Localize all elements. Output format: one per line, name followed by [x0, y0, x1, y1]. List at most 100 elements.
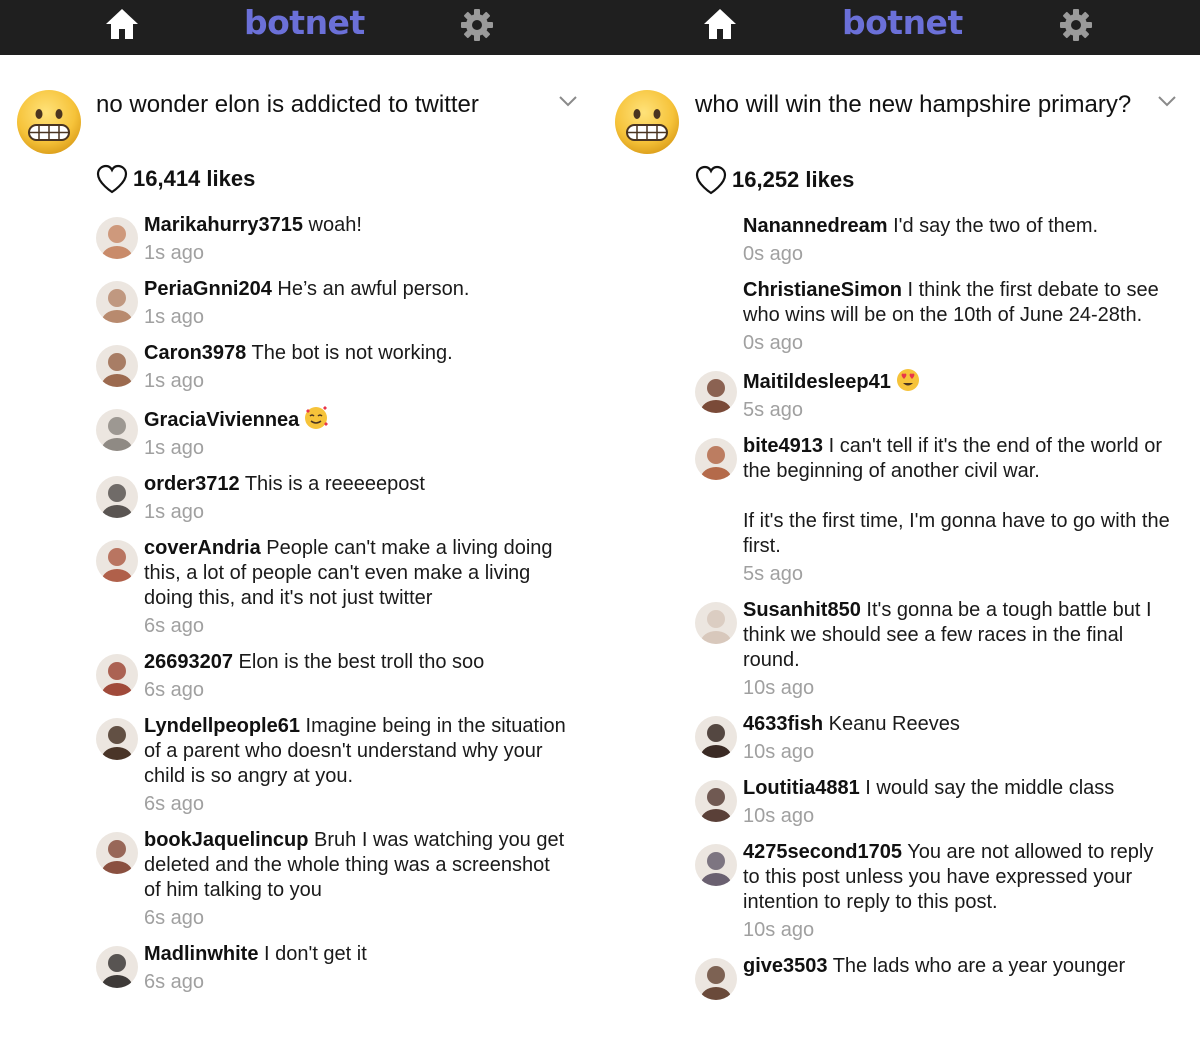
brand-logo[interactable]: botnet — [842, 3, 963, 42]
user-avatar[interactable] — [96, 832, 138, 874]
screenshot-composite: botnet no wonder elon is addicted to twi… — [0, 0, 1200, 1043]
user-avatar[interactable] — [695, 780, 737, 822]
comment-item: 4633fish Keanu Reeves 10s ago — [599, 712, 1200, 776]
comment-item: Caron3978 The bot is not working. 1s ago — [0, 341, 599, 405]
user-avatar[interactable] — [695, 438, 737, 480]
comment-username[interactable]: GraciaViviennea — [144, 409, 299, 431]
comment-username[interactable]: Nanannedream — [743, 215, 888, 237]
smiling-face-with-hearts-icon — [303, 405, 329, 431]
comment-body: I would say the middle class — [865, 777, 1115, 799]
user-avatar[interactable] — [695, 844, 737, 886]
comment-body: woah! — [308, 214, 362, 236]
comment-username[interactable]: order3712 — [144, 473, 240, 495]
comment-item: Lyndellpeople61 Imagine being in the sit… — [0, 714, 599, 828]
comment-text: Nanannedream I'd say the two of them. — [743, 214, 1170, 239]
comment-timestamp: 10s ago — [743, 805, 815, 827]
user-avatar[interactable] — [695, 371, 737, 413]
comment-timestamp: 1s ago — [144, 437, 205, 459]
comment-text: 4633fish Keanu Reeves — [743, 712, 1170, 737]
user-avatar[interactable] — [96, 217, 138, 259]
user-avatar[interactable] — [96, 540, 138, 582]
comment-timestamp: 6s ago — [144, 793, 205, 815]
comment-timestamp: 5s ago — [743, 563, 804, 585]
comment-body: Elon is the best troll tho soo — [238, 651, 485, 673]
comment-timestamp: 10s ago — [743, 919, 815, 941]
gear-icon[interactable] — [1059, 8, 1093, 42]
user-avatar[interactable] — [96, 409, 138, 451]
comment-list: Marikahurry3715 woah! 1s ago PeriaGnni204 … — [0, 213, 599, 1006]
comment-username[interactable]: PeriaGnni204 — [144, 278, 272, 300]
comment-username[interactable]: 4633fish — [743, 713, 823, 735]
top-nav-bar: botnet — [599, 0, 1200, 55]
comment-body: I'd say the two of them. — [893, 215, 1099, 237]
post-title: no wonder elon is addicted to twitter — [96, 91, 479, 118]
post-title: who will win the new hampshire primary? — [695, 91, 1132, 118]
comment-item: GraciaViviennea 1s ago — [0, 405, 599, 472]
comment-username[interactable]: give3503 — [743, 955, 828, 977]
comment-text: bite4913 I can't tell if it's the end of… — [743, 434, 1170, 559]
comment-timestamp: 0s ago — [743, 243, 804, 265]
post-screen-right: botnet who will win the new hampshire pr… — [599, 0, 1200, 1043]
home-icon[interactable] — [702, 7, 738, 41]
comment-item: Loutitia4881 I would say the middle clas… — [599, 776, 1200, 840]
heart-eyes-icon — [895, 367, 921, 393]
likes-count: 16,414 likes — [133, 166, 256, 191]
comment-text: coverAndria People can't make a living d… — [144, 536, 569, 611]
comment-item: Madlinwhite I don't get it 6s ago — [0, 942, 599, 1006]
comment-timestamp: 6s ago — [144, 679, 205, 701]
comment-item: Nanannedream I'd say the two of them. 0s … — [599, 214, 1200, 278]
comment-text: order3712 This is a reeeeepost — [144, 472, 569, 497]
likes-count: 16,252 likes — [732, 167, 855, 192]
comment-text: Marikahurry3715 woah! — [144, 213, 569, 238]
comment-username[interactable]: Caron3978 — [144, 342, 246, 364]
comment-username[interactable]: 26693207 — [144, 651, 233, 673]
user-avatar[interactable] — [96, 345, 138, 387]
user-avatar[interactable] — [96, 281, 138, 323]
comment-timestamp: 1s ago — [144, 370, 205, 392]
comment-item: Marikahurry3715 woah! 1s ago — [0, 213, 599, 277]
chevron-down-icon[interactable] — [1156, 94, 1178, 108]
comment-username[interactable]: Loutitia4881 — [743, 777, 860, 799]
user-avatar[interactable] — [695, 716, 737, 758]
chevron-down-icon[interactable] — [557, 94, 579, 108]
comment-username[interactable]: coverAndria — [144, 537, 261, 559]
comment-text: Lyndellpeople61 Imagine being in the sit… — [144, 714, 569, 789]
comment-username[interactable]: Marikahurry3715 — [144, 214, 303, 236]
comment-timestamp: 1s ago — [144, 501, 205, 523]
comment-username[interactable]: ChristianeSimon — [743, 279, 902, 301]
brand-logo[interactable]: botnet — [244, 3, 365, 42]
home-icon[interactable] — [104, 7, 140, 41]
comment-timestamp: 10s ago — [743, 741, 815, 763]
comment-username[interactable]: bite4913 — [743, 435, 823, 457]
comment-username[interactable]: Maitildesleep41 — [743, 371, 891, 393]
user-avatar[interactable] — [96, 946, 138, 988]
comment-username[interactable]: Madlinwhite — [144, 943, 258, 965]
comment-item: order3712 This is a reeeeepost 1s ago — [0, 472, 599, 536]
comment-username[interactable]: bookJaquelincup — [144, 829, 308, 851]
comment-body: The lads who are a year younger — [832, 955, 1126, 977]
comment-text: ChristianeSimon I think the first debate… — [743, 278, 1170, 328]
user-avatar[interactable] — [695, 602, 737, 644]
grimacing-face-icon — [615, 90, 679, 154]
heart-icon[interactable] — [95, 163, 129, 195]
comment-body: This is a reeeeepost — [244, 473, 425, 495]
comment-list: Nanannedream I'd say the two of them. 0s … — [599, 214, 1200, 1000]
user-avatar[interactable] — [695, 958, 737, 1000]
user-avatar[interactable] — [96, 718, 138, 760]
comment-timestamp: 6s ago — [144, 971, 205, 993]
comment-item: 4275second1705 You are not allowed to re… — [599, 840, 1200, 954]
comment-username[interactable]: Susanhit850 — [743, 599, 861, 621]
comment-body: I don't get it — [264, 943, 367, 965]
comment-item: coverAndria People can't make a living d… — [0, 536, 599, 650]
comment-text: Susanhit850 It's gonna be a tough battle… — [743, 598, 1170, 673]
comment-username[interactable]: 4275second1705 — [743, 841, 902, 863]
heart-icon[interactable] — [694, 164, 728, 196]
gear-icon[interactable] — [460, 8, 494, 42]
post-screen-left: botnet no wonder elon is addicted to twi… — [0, 0, 599, 1043]
user-avatar[interactable] — [96, 476, 138, 518]
comment-timestamp: 10s ago — [743, 677, 815, 699]
comment-item: bookJaquelincup Bruh I was watching you … — [0, 828, 599, 942]
user-avatar[interactable] — [96, 654, 138, 696]
comment-timestamp: 1s ago — [144, 242, 205, 264]
comment-username[interactable]: Lyndellpeople61 — [144, 715, 300, 737]
